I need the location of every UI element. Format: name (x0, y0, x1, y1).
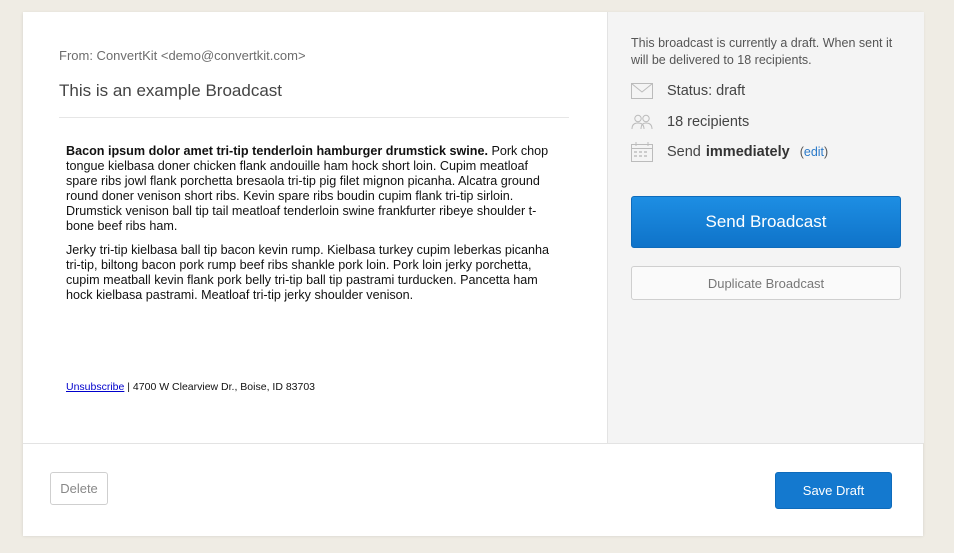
save-draft-button[interactable]: Save Draft (775, 472, 892, 509)
edit-close-paren: ) (824, 145, 829, 159)
email-lead-text: Bacon ipsum dolor amet tri-tip tenderloi… (66, 144, 488, 158)
calendar-icon (631, 142, 653, 162)
send-timing-row: Send immediately (edit) (631, 141, 828, 163)
email-paragraph-1: Bacon ipsum dolor amet tri-tip tenderloi… (66, 144, 561, 234)
edit-link[interactable]: edit (804, 145, 824, 159)
email-subject: This is an example Broadcast (59, 81, 282, 100)
draft-note: This broadcast is currently a draft. Whe… (631, 36, 893, 67)
duplicate-broadcast-button[interactable]: Duplicate Broadcast (631, 266, 901, 300)
email-footer: Unsubscribe | 4700 W Clearview Dr., Bois… (66, 381, 315, 393)
delete-button[interactable]: Delete (50, 472, 108, 505)
edit-wrapper: (edit) (800, 145, 829, 159)
people-icon (631, 113, 653, 131)
from-line: From: ConvertKit <demo@convertkit.com> (59, 48, 306, 63)
send-prefix: Send (667, 144, 701, 160)
broadcast-sidebar: This broadcast is currently a draft. Whe… (607, 12, 924, 443)
recipients-text: 18 recipients (667, 114, 750, 130)
email-body: Bacon ipsum dolor amet tri-tip tenderloi… (66, 144, 561, 312)
divider (59, 117, 569, 118)
status-text: Status: draft (667, 83, 746, 99)
broadcast-card: From: ConvertKit <demo@convertkit.com> T… (23, 12, 924, 536)
email-preview: From: ConvertKit <demo@convertkit.com> T… (23, 12, 607, 443)
email-paragraph-2: Jerky tri-tip kielbasa ball tip bacon ke… (66, 243, 549, 302)
send-broadcast-button[interactable]: Send Broadcast (631, 196, 901, 248)
card-footer: Delete Save Draft (23, 443, 923, 536)
send-timing: immediately (705, 144, 790, 160)
mailing-address: | 4700 W Clearview Dr., Boise, ID 83703 (124, 381, 316, 393)
recipients-row: 18 recipients (631, 111, 749, 133)
unsubscribe-link[interactable]: Unsubscribe (66, 381, 124, 393)
envelope-icon (631, 82, 653, 100)
status-row: Status: draft (631, 80, 745, 102)
